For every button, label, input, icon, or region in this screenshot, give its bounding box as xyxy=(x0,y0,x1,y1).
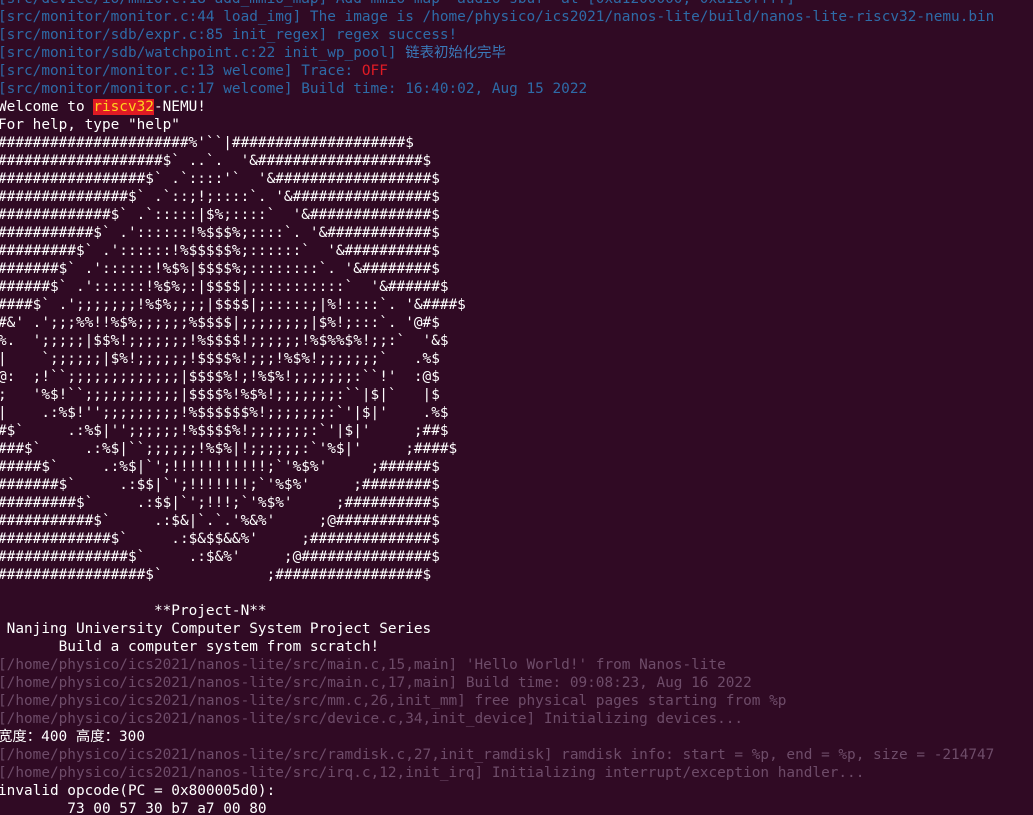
banner-line: **Project-N** xyxy=(0,603,267,619)
welcome-prefix: Welcome to xyxy=(0,99,94,115)
ascii-art-row: #######$` .:$$|`';!!!!!!!;`'%$%' ;######… xyxy=(0,477,440,493)
terminal-output: [src/device/io/mmio.c:18 add_mmio_map] A… xyxy=(0,0,994,815)
ascii-art-row: #&' .';;;%%!!%$%;;;;;;%$$$$|;;;;;;;;|$%!… xyxy=(0,315,440,331)
ascii-art-row: #######$` .'::::::!%$%|$$$$%;::::::::`. … xyxy=(0,261,440,277)
ascii-art-row: ###$` .:%$|``;;;;;;!%$%|!;;;;;;:`'%$|' ;… xyxy=(0,441,458,457)
log-line: [/home/physico/ics2021/nanos-lite/src/ir… xyxy=(0,765,865,781)
nanos-log-2: [/home/physico/ics2021/nanos-lite/src/ra… xyxy=(0,746,994,782)
ascii-art-row: #############$` .:$&$$&&%' ;############… xyxy=(0,531,440,547)
log-line: [src/device/io/mmio.c:18 add_mmio_map] A… xyxy=(0,0,994,8)
log-line: [src/monitor/monitor.c:44 load_img] The … xyxy=(0,9,995,25)
screen-size-line: 宽度：400 高度：300 xyxy=(0,729,145,745)
banner-line: Nanjing University Computer System Proje… xyxy=(0,621,432,637)
ascii-art-row: ; '%$!``;;;;;;;;;;;|$$$$%!%$%!;;;;;;;:``… xyxy=(0,387,440,403)
error-line: invalid opcode(PC = 0x800005d0): xyxy=(0,783,276,799)
trace-status: OFF xyxy=(361,63,388,79)
ascii-art-row: #############$` .`:::::|$%;::::` '&#####… xyxy=(0,207,440,223)
ascii-art-row: ###################$` ..`. '&###########… xyxy=(0,153,432,169)
ascii-art-row: ######$` .'::::::!%$%;:|$$$$|;::::::::::… xyxy=(0,279,449,295)
ascii-art-row: ###########$` .'::::::!%$$$%;::::`. '&##… xyxy=(0,225,440,241)
ascii-art-row: ####$` .';;;;;;;!%$%;;;;|$$$$|;:::::;|%!… xyxy=(0,297,466,313)
log-line: [/home/physico/ics2021/nanos-lite/src/de… xyxy=(0,711,744,727)
isa-highlight: riscv32 xyxy=(93,99,154,115)
ascii-art-logo: ######################%'``|#############… xyxy=(0,134,994,584)
log-text-cjk: 链表初始化完毕 xyxy=(405,45,506,61)
ascii-art-row: @: ;!``;;;;;;;;;;;;;|$$$$%!;!%$%!;;;;;;;… xyxy=(0,369,440,385)
log-line: [/home/physico/ics2021/nanos-lite/src/mm… xyxy=(0,693,787,709)
ascii-art-row: #################$` .`::::'` '&#########… xyxy=(0,171,440,187)
ascii-art-row: | .:%$!'';;;;;;;;;!%$$$$$$%!;;;;;;;:`'|$… xyxy=(0,405,449,421)
project-banner: **Project-N** Nanjing University Compute… xyxy=(0,584,994,656)
error-output: invalid opcode(PC = 0x800005d0): 73 00 5… xyxy=(0,782,994,815)
ascii-art-row: #$` .:%$|'';;;;;;!%$$$$%!;;;;;;;:`'|$|' … xyxy=(0,423,449,439)
log-line: [/home/physico/ics2021/nanos-lite/src/ma… xyxy=(0,657,726,673)
ascii-art-row: #########$` .'::::::!%$$$$$%;::::::` '&#… xyxy=(0,243,440,259)
log-text: [src/monitor/monitor.c:13 welcome] Trace… xyxy=(0,63,362,79)
log-line: [/home/physico/ics2021/nanos-lite/src/ma… xyxy=(0,675,752,691)
log-line: [/home/physico/ics2021/nanos-lite/src/ra… xyxy=(0,747,995,763)
ascii-art-row: | `;;;;;;|$%!;;;;;;!$$$$%!;;;!%$%!;;;;;;… xyxy=(0,351,440,367)
ascii-art-row: ###############$` .:$&%' ;@#############… xyxy=(0,549,440,565)
banner-line xyxy=(0,584,994,602)
ascii-art-row: #########$` .:$$|`';!!!;`'%$%' ;########… xyxy=(0,495,440,511)
terminal-window[interactable]: [src/device/io/mmio.c:18 add_mmio_map] A… xyxy=(0,0,1033,815)
help-line: For help, type "help" xyxy=(0,117,180,133)
welcome-suffix: -NEMU! xyxy=(153,99,206,115)
log-line: [src/monitor/sdb/expr.c:85 init_regex] r… xyxy=(0,27,458,43)
ascii-art-row: ###########$` .:$&|`.`.'%&%' ;@#########… xyxy=(0,513,440,529)
error-line: 73 00 57 30 b7 a7 00 80 xyxy=(0,801,267,815)
ascii-art-row: ######################%'``|#############… xyxy=(0,135,414,151)
ascii-art-row: %. ';;;;;|$$%!;;;;;;;!%$$$$!;;;;;;!%$%%$… xyxy=(0,333,449,349)
log-text: [src/monitor/sdb/watchpoint.c:22 init_wp… xyxy=(0,45,406,61)
log-line-watchpoint: [src/monitor/sdb/watchpoint.c:22 init_wp… xyxy=(0,44,994,62)
nanos-log: [/home/physico/ics2021/nanos-lite/src/ma… xyxy=(0,656,994,728)
log-line-build-time: [src/monitor/monitor.c:17 welcome] Build… xyxy=(0,81,588,97)
ascii-art-row: #################$` ;#################$ xyxy=(0,567,432,583)
ascii-art-row: #####$` .:%$|`';!!!!!!!!!!!;`'%$%' ;####… xyxy=(0,459,440,475)
ascii-art-row: ###############$` .`::;!;::::`. '&######… xyxy=(0,189,440,205)
banner-line: Build a computer system from scratch! xyxy=(0,639,380,655)
welcome-line: Welcome to riscv32-NEMU! xyxy=(0,98,994,116)
log-line-trace: [src/monitor/monitor.c:13 welcome] Trace… xyxy=(0,62,994,80)
